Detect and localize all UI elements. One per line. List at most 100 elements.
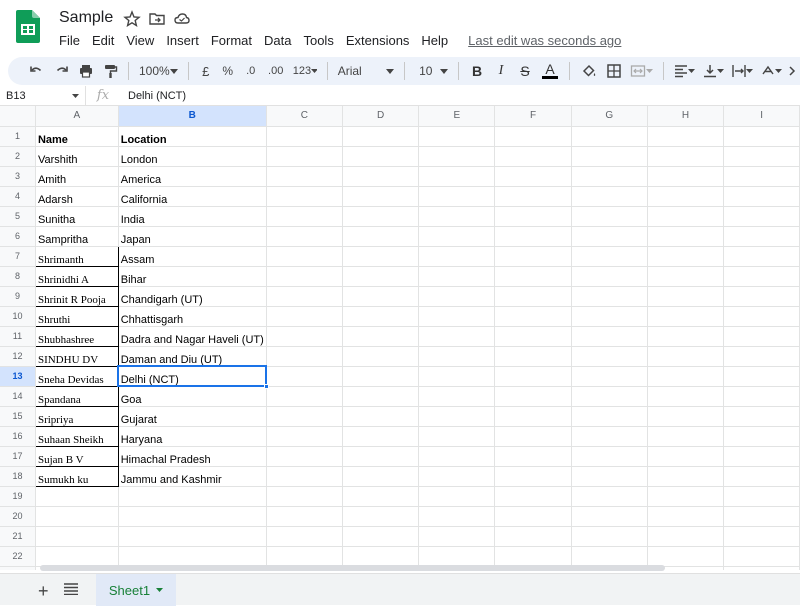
document-title[interactable]: Sample	[59, 9, 113, 27]
empty-cell[interactable]	[723, 186, 800, 207]
menu-insert[interactable]: Insert	[166, 33, 205, 51]
empty-cell[interactable]	[342, 526, 420, 547]
menu-help[interactable]: Help	[421, 33, 454, 51]
cell-a9[interactable]: Shrinit R Pooja	[34, 285, 119, 307]
menu-file[interactable]: File	[59, 33, 86, 51]
empty-cell[interactable]	[418, 406, 496, 427]
cell-b22[interactable]	[118, 546, 267, 567]
empty-cell[interactable]	[266, 226, 344, 247]
empty-cell[interactable]	[647, 346, 725, 367]
empty-cell[interactable]	[571, 166, 648, 187]
empty-cell[interactable]	[266, 346, 344, 367]
empty-cell[interactable]	[266, 486, 344, 507]
empty-cell[interactable]	[418, 206, 496, 227]
empty-cell[interactable]	[266, 186, 344, 207]
cell-a18[interactable]: Sumukh ku	[34, 465, 119, 487]
empty-cell[interactable]	[723, 366, 800, 387]
move-folder-icon[interactable]	[148, 10, 166, 28]
empty-cell[interactable]	[418, 346, 496, 367]
merge-cells-icon[interactable]	[626, 60, 657, 82]
empty-cell[interactable]	[723, 466, 800, 487]
more-formats-select[interactable]: 123	[289, 60, 321, 82]
font-family-select[interactable]: Arial	[334, 60, 398, 82]
empty-cell[interactable]	[418, 386, 496, 407]
empty-cell[interactable]	[571, 246, 648, 267]
empty-cell[interactable]	[647, 266, 725, 287]
empty-cell[interactable]	[266, 306, 344, 327]
empty-cell[interactable]	[647, 446, 725, 467]
cell-a13[interactable]: Sneha Devidas	[34, 365, 119, 387]
empty-cell[interactable]	[342, 546, 420, 567]
empty-cell[interactable]	[266, 206, 344, 227]
empty-cell[interactable]	[571, 226, 648, 247]
menu-tools[interactable]: Tools	[303, 33, 339, 51]
all-sheets-icon[interactable]	[64, 583, 78, 595]
empty-cell[interactable]	[418, 486, 496, 507]
row-header[interactable]: 22	[0, 546, 36, 567]
menu-edit[interactable]: Edit	[92, 33, 120, 51]
empty-cell[interactable]	[266, 506, 344, 527]
row-header[interactable]: 9	[0, 286, 36, 307]
empty-cell[interactable]	[342, 406, 420, 427]
more-toolbar-icon[interactable]	[786, 59, 800, 83]
cell-a20[interactable]	[35, 506, 119, 527]
empty-cell[interactable]	[342, 246, 420, 267]
empty-cell[interactable]	[494, 246, 572, 267]
print-icon[interactable]	[74, 59, 98, 83]
star-icon[interactable]	[123, 10, 141, 28]
empty-cell[interactable]	[571, 286, 648, 307]
empty-cell[interactable]	[266, 546, 344, 567]
column-header-e[interactable]: E	[418, 106, 496, 127]
empty-cell[interactable]	[418, 306, 496, 327]
empty-cell[interactable]	[418, 266, 496, 287]
cell-b6[interactable]: Japan	[118, 226, 267, 247]
empty-cell[interactable]	[723, 226, 800, 247]
column-header-b[interactable]: B	[118, 106, 267, 127]
empty-cell[interactable]	[723, 146, 800, 167]
empty-cell[interactable]	[723, 526, 800, 547]
vertical-align-icon[interactable]	[699, 60, 728, 82]
empty-cell[interactable]	[571, 426, 648, 447]
cell-a4[interactable]: Adarsh	[35, 186, 119, 207]
row-header[interactable]: 11	[0, 326, 36, 347]
empty-cell[interactable]	[266, 166, 344, 187]
empty-cell[interactable]	[342, 166, 420, 187]
empty-cell[interactable]	[266, 526, 344, 547]
empty-cell[interactable]	[342, 226, 420, 247]
empty-cell[interactable]	[494, 486, 572, 507]
empty-cell[interactable]	[342, 326, 420, 347]
empty-cell[interactable]	[723, 326, 800, 347]
cell-b5[interactable]: India	[118, 206, 267, 227]
cell-a11[interactable]: Shubhashree	[34, 325, 119, 347]
menu-view[interactable]: View	[126, 33, 160, 51]
row-header[interactable]: 5	[0, 206, 36, 227]
empty-cell[interactable]	[571, 366, 648, 387]
formula-input[interactable]: Delhi (NCT)	[120, 90, 186, 102]
bold-button[interactable]: B	[465, 59, 489, 83]
empty-cell[interactable]	[494, 206, 572, 227]
fill-color-icon[interactable]	[576, 59, 602, 83]
empty-cell[interactable]	[723, 346, 800, 367]
cell-b10[interactable]: Chhattisgarh	[118, 306, 267, 327]
cell-b12[interactable]: Daman and Diu (UT)	[118, 346, 267, 367]
empty-cell[interactable]	[266, 286, 344, 307]
cell-a21[interactable]	[35, 526, 119, 547]
row-header[interactable]: 2	[0, 146, 36, 167]
empty-cell[interactable]	[342, 286, 420, 307]
empty-cell[interactable]	[342, 206, 420, 227]
row-header[interactable]: 6	[0, 226, 36, 247]
empty-cell[interactable]	[418, 366, 496, 387]
cell-b14[interactable]: Goa	[118, 386, 267, 407]
empty-cell[interactable]	[494, 346, 572, 367]
menu-extensions[interactable]: Extensions	[346, 33, 416, 51]
empty-cell[interactable]	[647, 186, 725, 207]
empty-cell[interactable]	[647, 306, 725, 327]
empty-cell[interactable]	[571, 306, 648, 327]
empty-cell[interactable]	[571, 546, 648, 567]
empty-cell[interactable]	[418, 246, 496, 267]
empty-cell[interactable]	[723, 246, 800, 267]
row-header[interactable]: 8	[0, 266, 36, 287]
cloud-saved-icon[interactable]	[173, 10, 191, 28]
cell-b2[interactable]: London	[118, 146, 267, 167]
empty-cell[interactable]	[266, 366, 344, 387]
